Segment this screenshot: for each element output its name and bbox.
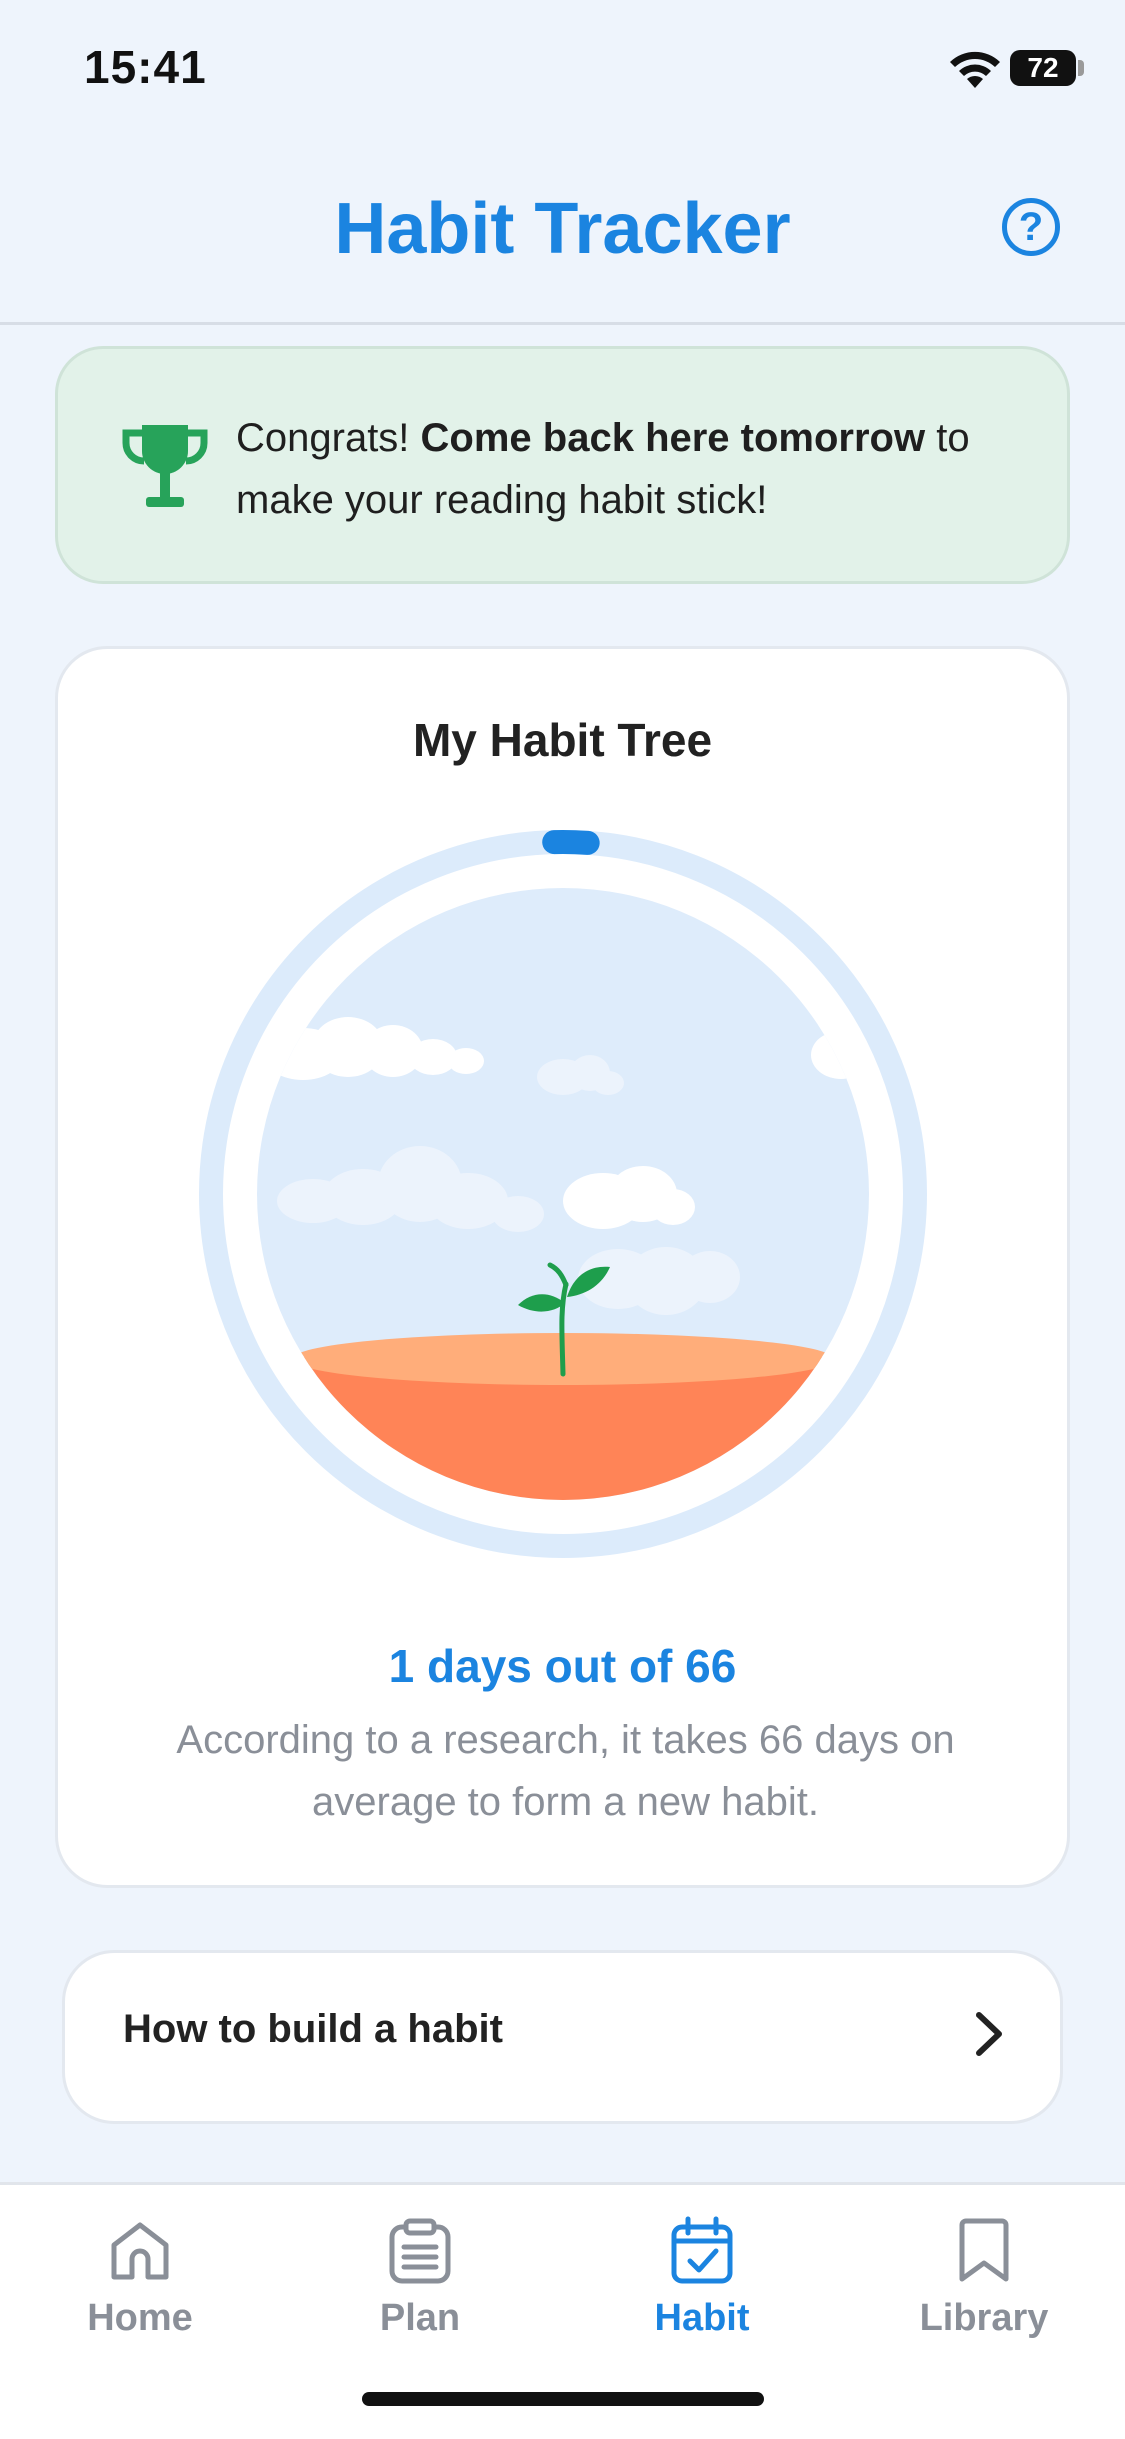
soil xyxy=(292,1357,834,1500)
tab-home[interactable]: Home xyxy=(40,2215,240,2355)
progress-ring-fill xyxy=(542,830,600,855)
trophy-icon xyxy=(122,425,208,507)
habit-tree-illustration xyxy=(199,830,927,1558)
home-indicator xyxy=(362,2392,764,2406)
status-time: 15:41 xyxy=(84,41,207,93)
question-icon: ? xyxy=(1018,204,1044,249)
tab-library-label: Library xyxy=(919,2297,1049,2339)
habit-tree-card: My Habit Tree 1 days out of 66 According… xyxy=(55,646,1070,1888)
calendar-check-icon xyxy=(671,2216,733,2284)
battery-cap xyxy=(1078,60,1084,76)
bookmark-icon xyxy=(959,2218,1009,2282)
build-habit-label: How to build a habit xyxy=(123,2007,503,2051)
tab-habit-label: Habit xyxy=(654,2297,750,2339)
days-progress-label: 1 days out of 66 xyxy=(388,1640,737,1692)
tab-home-label: Home xyxy=(87,2297,193,2339)
tab-plan[interactable]: Plan xyxy=(320,2215,520,2355)
research-note: According to a research, it takes 66 day… xyxy=(176,1718,955,1824)
congrats-emphasis: Come back here tomorrow xyxy=(420,416,926,460)
home-icon xyxy=(111,2222,169,2280)
clipboard-icon xyxy=(389,2218,451,2284)
tab-habit[interactable]: Habit xyxy=(602,2215,802,2355)
battery-icon: 72 xyxy=(1010,50,1076,86)
battery-level: 72 xyxy=(1027,52,1059,83)
congrats-intro: Congrats! xyxy=(236,416,421,460)
congrats-message: Congrats! Come back here tomorrow to mak… xyxy=(236,407,1056,531)
congrats-banner: Congrats! Come back here tomorrow to mak… xyxy=(55,346,1070,584)
help-button[interactable]: ? xyxy=(1002,198,1060,256)
how-to-build-habit-link[interactable]: How to build a habit xyxy=(62,1950,1063,2124)
tab-plan-label: Plan xyxy=(379,2297,461,2339)
wifi-icon xyxy=(950,51,1000,88)
habit-tree-title: My Habit Tree xyxy=(412,714,713,766)
tab-library[interactable]: Library xyxy=(884,2215,1084,2355)
chevron-right-icon xyxy=(976,2012,1002,2056)
page-title: Habit Tracker xyxy=(334,189,791,269)
status-bar: 15:41 72 xyxy=(0,0,1125,130)
header: Habit Tracker ? xyxy=(0,130,1125,325)
